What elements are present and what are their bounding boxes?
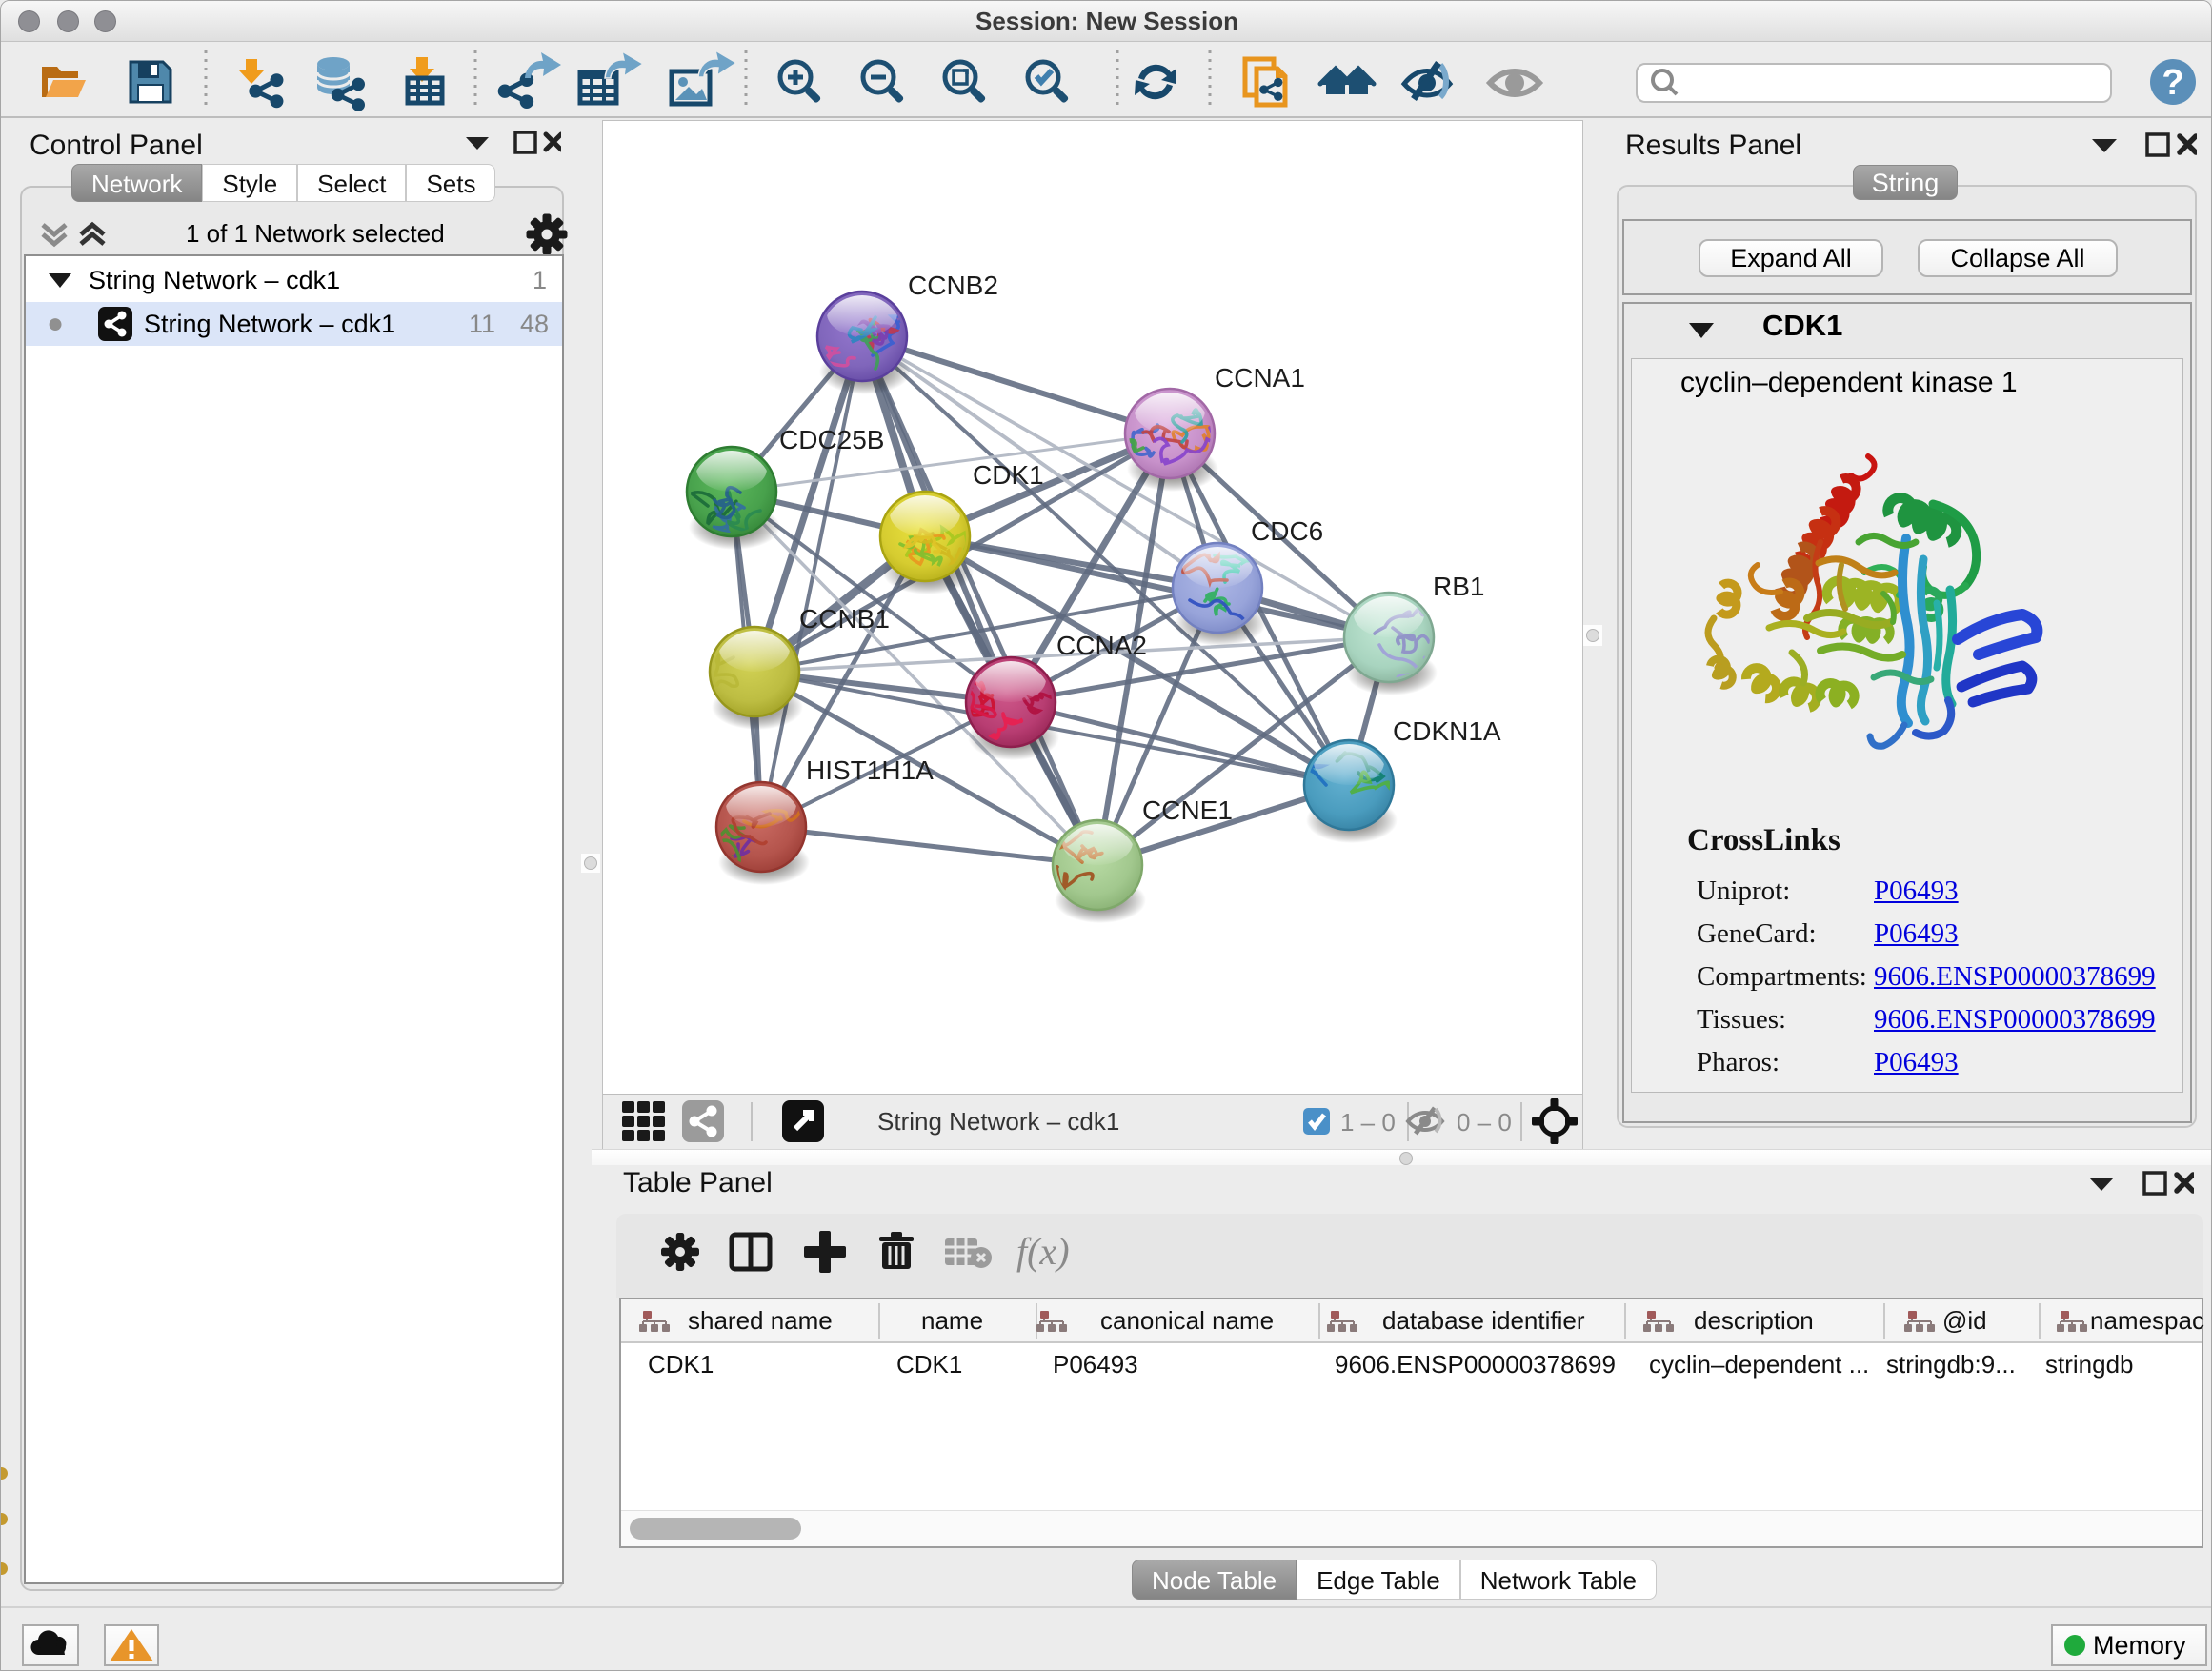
svg-text:CCNB1: CCNB1 bbox=[799, 604, 890, 634]
svg-text:CDC6: CDC6 bbox=[1251, 516, 1323, 546]
svg-text:0 – 0: 0 – 0 bbox=[1457, 1108, 1512, 1137]
svg-text:f(x): f(x) bbox=[1016, 1230, 1070, 1273]
svg-text:CDC25B: CDC25B bbox=[779, 425, 884, 454]
svg-text:CCNE1: CCNE1 bbox=[1142, 795, 1233, 825]
svg-text:CDK1: CDK1 bbox=[973, 460, 1044, 490]
svg-text:1 – 0: 1 – 0 bbox=[1340, 1108, 1396, 1137]
svg-text:CCNA1: CCNA1 bbox=[1215, 363, 1305, 393]
svg-text:CCNA2: CCNA2 bbox=[1056, 631, 1147, 660]
svg-text:CDKN1A: CDKN1A bbox=[1393, 716, 1501, 746]
svg-text:HIST1H1A: HIST1H1A bbox=[806, 755, 934, 785]
svg-text:CCNB2: CCNB2 bbox=[908, 271, 998, 300]
svg-text:?: ? bbox=[2162, 63, 2183, 103]
svg-text:RB1: RB1 bbox=[1433, 572, 1484, 601]
